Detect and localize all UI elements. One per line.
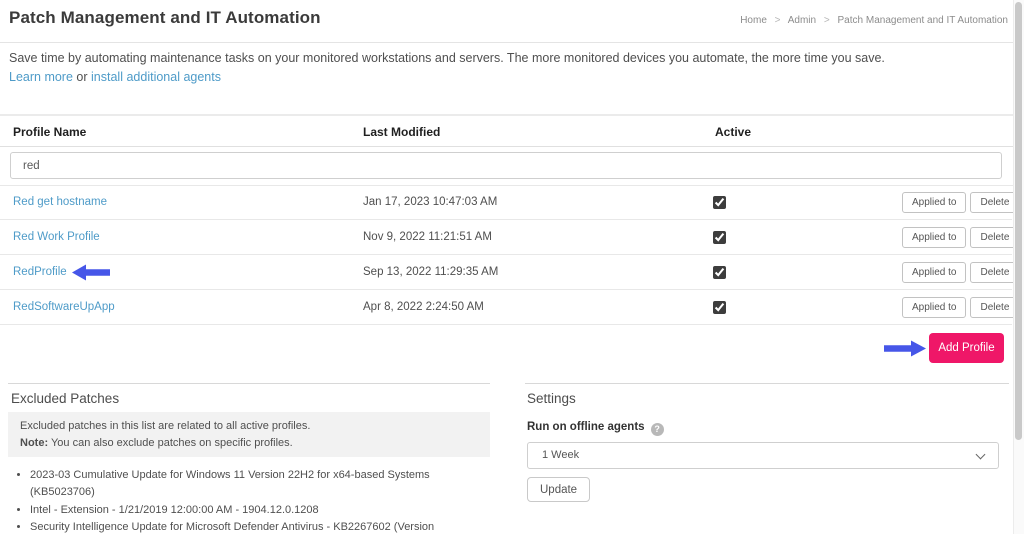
settings-title: Settings xyxy=(527,391,576,406)
excluded-patches-info-text: Excluded patches in this list are relate… xyxy=(20,420,311,432)
chevron-down-icon xyxy=(975,449,986,460)
page-title: Patch Management and IT Automation xyxy=(9,8,321,27)
applied-to-button[interactable]: Applied to xyxy=(902,192,967,213)
header-divider xyxy=(0,42,1013,43)
note-label: Note: xyxy=(20,437,49,449)
profile-filter-input[interactable] xyxy=(10,152,1002,179)
info-icon[interactable]: ? xyxy=(650,423,664,436)
last-modified-value: Sep 13, 2022 11:29:35 AM xyxy=(363,266,499,278)
active-checkbox[interactable] xyxy=(713,266,726,279)
breadcrumb-item-current: Patch Management and IT Automation xyxy=(837,15,1008,26)
breadcrumb-item-home[interactable]: Home xyxy=(740,15,767,26)
intro-links: Learn more or install additional agents xyxy=(9,70,221,84)
breadcrumb-separator: > xyxy=(774,15,781,26)
last-modified-value: Apr 8, 2022 2:24:50 AM xyxy=(363,301,484,313)
intro-conjunction: or xyxy=(76,70,88,84)
profile-name-link[interactable]: Red Work Profile xyxy=(13,220,100,255)
patch-management-page: Patch Management and IT Automation Home … xyxy=(0,0,1024,534)
applied-to-button[interactable]: Applied to xyxy=(902,297,967,318)
install-agents-link[interactable]: install additional agents xyxy=(91,70,221,84)
column-header-active: Active xyxy=(715,125,752,139)
offline-agents-label: Run on offline agents? xyxy=(527,421,664,436)
breadcrumb: Home > Admin > Patch Management and IT A… xyxy=(740,15,1008,26)
add-profile-button[interactable]: Add Profile xyxy=(929,333,1004,363)
excluded-patch-item: Security Intelligence Update for Microso… xyxy=(30,519,494,534)
note-text: You can also exclude patches on specific… xyxy=(50,437,293,449)
applied-to-button[interactable]: Applied to xyxy=(902,262,967,283)
table-header-divider xyxy=(0,146,1013,147)
profile-name-link[interactable]: RedSoftwareUpApp xyxy=(13,290,115,325)
excluded-patches-list: 2023-03 Cumulative Update for Windows 11… xyxy=(16,467,494,534)
table-row: Red get hostname Jan 17, 2023 10:47:03 A… xyxy=(0,185,1020,220)
section-divider xyxy=(0,114,1013,116)
active-checkbox[interactable] xyxy=(713,196,726,209)
excluded-patches-top-border xyxy=(8,383,490,384)
column-header-profile-name: Profile Name xyxy=(13,125,87,139)
breadcrumb-item-admin[interactable]: Admin xyxy=(788,15,816,26)
profile-name-link[interactable]: Red get hostname xyxy=(13,185,107,220)
breadcrumb-separator: > xyxy=(823,15,830,26)
table-row: Red Work Profile Nov 9, 2022 11:21:51 AM… xyxy=(0,220,1020,255)
active-checkbox[interactable] xyxy=(713,301,726,314)
column-header-last-modified: Last Modified xyxy=(363,125,441,139)
excluded-patches-info-box: Excluded patches in this list are relate… xyxy=(8,412,490,457)
update-button[interactable]: Update xyxy=(527,477,591,502)
annotation-arrow-left-icon xyxy=(72,264,110,281)
description-text: Save time by automating maintenance task… xyxy=(9,51,885,65)
active-checkbox[interactable] xyxy=(713,231,726,244)
excluded-patches-title: Excluded Patches xyxy=(11,391,120,406)
excluded-patch-item: 2023-03 Cumulative Update for Windows 11… xyxy=(30,467,494,502)
scrollbar-track[interactable] xyxy=(1013,0,1024,534)
table-row: RedProfile Sep 13, 2022 11:29:35 AM Appl… xyxy=(0,255,1020,290)
offline-agents-select[interactable]: 1 Week xyxy=(527,442,999,469)
applied-to-button[interactable]: Applied to xyxy=(902,227,967,248)
settings-top-border xyxy=(525,383,1009,384)
profile-name-link[interactable]: RedProfile xyxy=(13,255,67,290)
learn-more-link[interactable]: Learn more xyxy=(9,70,73,84)
table-row: RedSoftwareUpApp Apr 8, 2022 2:24:50 AM … xyxy=(0,290,1020,325)
last-modified-value: Jan 17, 2023 10:47:03 AM xyxy=(363,196,498,208)
offline-agents-label-text: Run on offline agents xyxy=(527,421,645,433)
excluded-patch-item: Intel - Extension - 1/21/2019 12:00:00 A… xyxy=(30,502,494,519)
annotation-arrow-right-icon xyxy=(884,340,926,357)
scrollbar-thumb[interactable] xyxy=(1015,2,1022,440)
last-modified-value: Nov 9, 2022 11:21:51 AM xyxy=(363,231,492,243)
offline-agents-selected-value: 1 Week xyxy=(542,449,580,461)
